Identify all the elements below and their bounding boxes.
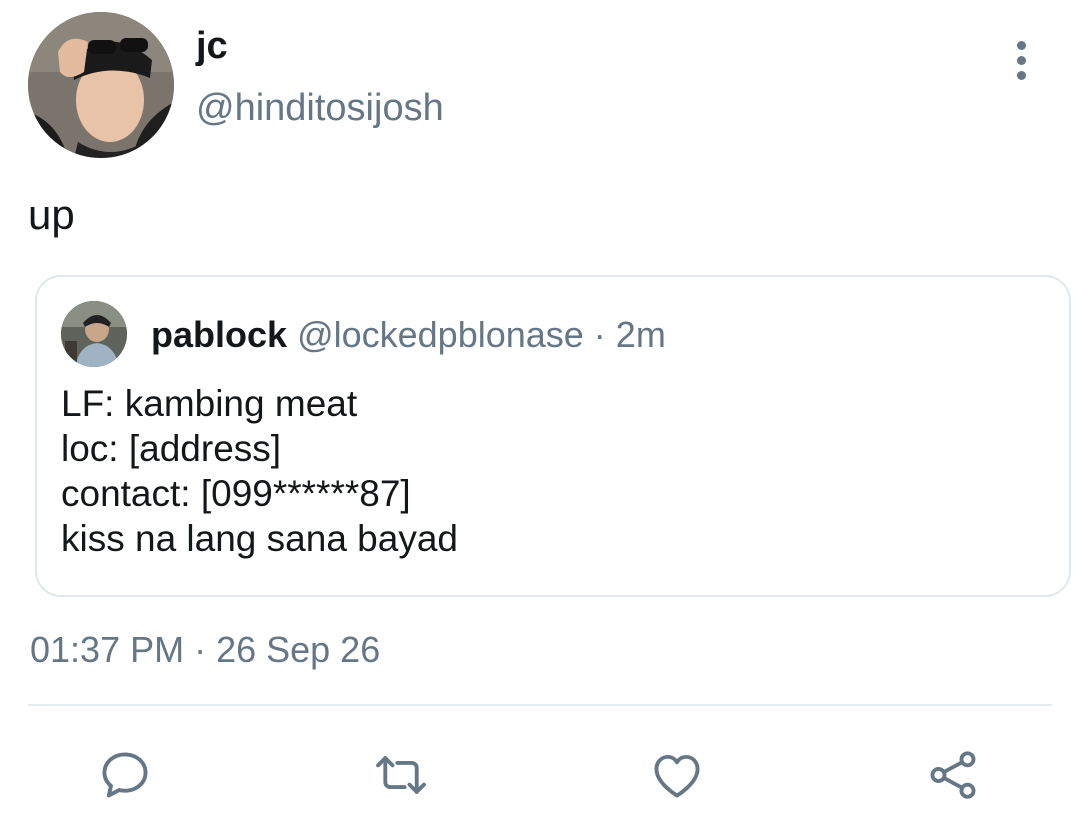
quoted-tweet-text: LF: kambing meat loc: [address] contact:… [61, 381, 458, 561]
tweet-text: up [28, 191, 75, 238]
quoted-text-line: LF: kambing meat [61, 383, 358, 424]
quoted-tweet-card[interactable]: pablock @lockedpblonase · 2m LF: kambing… [35, 275, 1071, 597]
quoted-time-separator: · [583, 314, 616, 355]
author-avatar[interactable] [28, 12, 174, 158]
reply-button[interactable] [90, 740, 160, 810]
action-bar-divider [28, 704, 1052, 706]
author-avatar-image [28, 12, 174, 158]
quoted-tweet-time: 2m [615, 314, 666, 355]
like-icon [654, 754, 700, 798]
more-dot-icon [1016, 55, 1026, 65]
reply-icon [102, 752, 148, 798]
author-display-name[interactable]: jc [196, 24, 228, 68]
retweet-button[interactable] [366, 740, 436, 810]
more-dot-icon [1016, 70, 1026, 80]
quoted-author-avatar [61, 301, 127, 367]
more-options-button[interactable] [1000, 36, 1042, 84]
quoted-text-line: contact: [099******87] [61, 473, 411, 514]
share-icon [930, 751, 976, 799]
quoted-tweet-header: pablock @lockedpblonase · 2m [151, 313, 666, 357]
retweet-icon [376, 756, 426, 794]
quoted-author-display-name: pablock [151, 314, 288, 355]
tweet-timestamp: 01:37 PM · 26 Sep 26 [30, 629, 381, 670]
quoted-author-handle: @lockedpblonase [297, 314, 584, 355]
quoted-avatar-image [61, 301, 127, 367]
share-button[interactable] [918, 740, 988, 810]
quoted-text-line: loc: [address] [61, 428, 282, 469]
quoted-text-line: kiss na lang sana bayad [61, 518, 458, 559]
like-button[interactable] [642, 740, 712, 810]
more-dot-icon [1016, 40, 1026, 50]
author-handle[interactable]: @hinditosijosh [196, 86, 444, 130]
